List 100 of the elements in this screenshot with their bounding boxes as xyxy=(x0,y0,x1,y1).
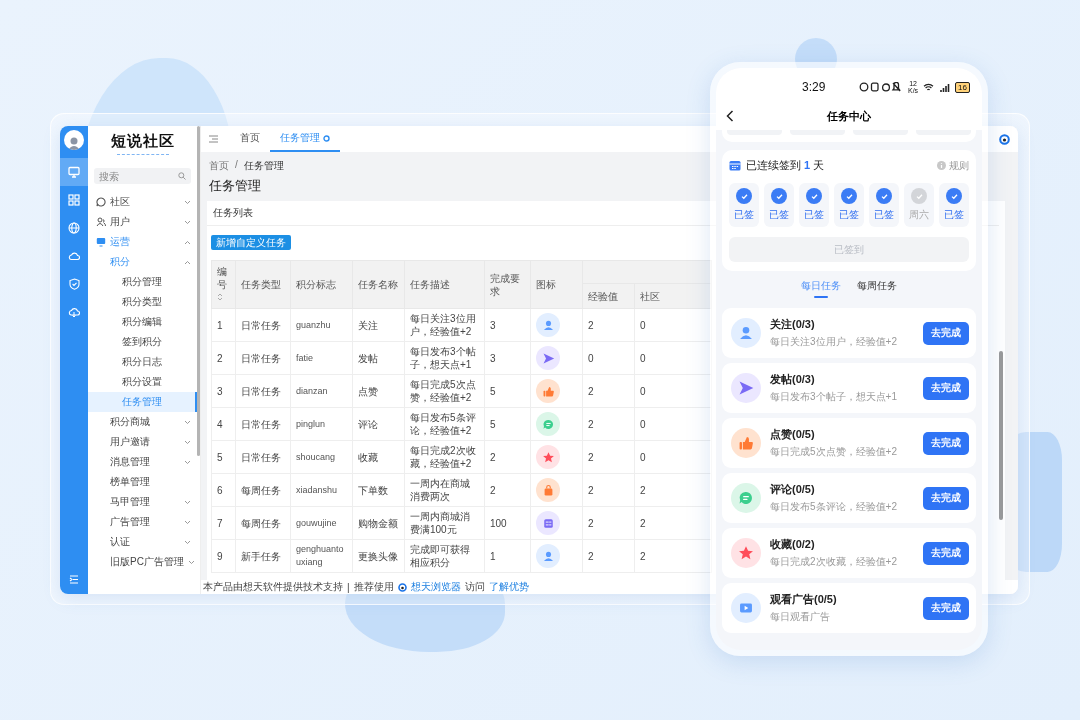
table-cell: 100 xyxy=(484,506,531,540)
column-header[interactable]: 编号 xyxy=(211,260,236,309)
column-header: 完成要求 xyxy=(484,260,531,309)
complete-button[interactable]: 去完成 xyxy=(923,431,969,455)
table-cell: 5 xyxy=(484,407,531,441)
complete-button[interactable]: 去完成 xyxy=(923,596,969,620)
table-cell: 每日发布3个帖子，想天点+1 xyxy=(404,341,485,375)
tab[interactable]: 任务管理 xyxy=(270,126,340,152)
complete-button[interactable]: 去完成 xyxy=(923,376,969,400)
table-cell: 2 xyxy=(634,473,712,507)
task-name: 评论(0/5) xyxy=(770,482,816,497)
task-description: 每日发布3个帖子，想天点+1 xyxy=(770,390,898,404)
complete-button[interactable]: 去完成 xyxy=(923,486,969,510)
menu-item[interactable]: 广告管理 xyxy=(88,512,197,532)
breadcrumb-current: 任务管理 xyxy=(243,159,284,173)
table-cell: 每周任务 xyxy=(235,506,291,540)
menu-item[interactable]: 用户邀请 xyxy=(88,432,197,452)
table-cell: 0 xyxy=(634,440,712,474)
menu-item[interactable]: 积分管理 xyxy=(88,272,197,292)
menu-item[interactable]: 积分 xyxy=(88,252,197,272)
table-cell: 日常任务 xyxy=(235,341,291,375)
table-cell: 0 xyxy=(634,341,712,375)
table-cell: genghuantouxiang xyxy=(290,539,353,573)
table-cell: gouwujine xyxy=(290,506,353,540)
table-cell: 每日完成5次点赞，经验值+2 xyxy=(404,374,485,408)
menu-item[interactable]: 积分设置 xyxy=(88,372,197,392)
table-cell: 新手任务 xyxy=(235,539,291,573)
table-cell: 收藏 xyxy=(352,440,405,474)
tab[interactable]: 每周任务 xyxy=(857,279,897,302)
table-cell: pinglun xyxy=(290,407,353,441)
task-description: 每日关注3位用户，经验值+2 xyxy=(770,335,898,349)
table-cell: 7 xyxy=(211,506,236,540)
task-description: 每日完成2次收藏，经验值+2 xyxy=(770,555,898,569)
day-label: 已签 xyxy=(734,208,754,222)
task-name: 收藏(0/2) xyxy=(770,537,816,552)
table-cell: 3 xyxy=(484,308,531,342)
table-cell: 2 xyxy=(582,506,635,540)
task-name: 观看广告(0/5) xyxy=(770,592,838,607)
task-description: 每日观看广告 xyxy=(770,610,831,624)
browser-link[interactable]: 想天浏览器 xyxy=(410,580,461,594)
table-cell: 发帖 xyxy=(352,341,405,375)
menu-item[interactable]: 马甲管理 xyxy=(88,492,197,512)
menu-item[interactable]: 积分编辑 xyxy=(88,312,197,332)
footer-separator: | xyxy=(347,581,350,593)
table-cell: 2 xyxy=(582,440,635,474)
menu-item[interactable]: 运营 xyxy=(88,232,197,252)
table-cell: 2 xyxy=(582,407,635,441)
tab[interactable]: 首页 xyxy=(230,126,270,152)
menu-item[interactable]: 消息管理 xyxy=(88,452,197,472)
menu-item[interactable]: 积分类型 xyxy=(88,292,197,312)
table-cell: 2 xyxy=(634,506,712,540)
table-cell: guanzhu xyxy=(290,308,353,342)
menu-item[interactable]: 榜单管理 xyxy=(88,472,197,492)
footer-text: 推荐使用 xyxy=(353,580,394,594)
table-cell: 完成即可获得相应积分 xyxy=(404,539,485,573)
table-cell: 3 xyxy=(211,374,236,408)
complete-button[interactable]: 去完成 xyxy=(923,321,969,345)
table-cell: 每日关注3位用户，经验值+2 xyxy=(404,308,485,342)
battery-indicator: 16 xyxy=(955,81,970,93)
streak-text: 已连续签到 1 天 xyxy=(746,158,825,173)
table-cell: 0 xyxy=(634,407,712,441)
column-header: 图标 xyxy=(530,260,583,309)
table-cell: 关注 xyxy=(352,308,405,342)
menu-item[interactable]: 认证 xyxy=(88,532,197,552)
table-cell: 评论 xyxy=(352,407,405,441)
column-header: 任务描述 xyxy=(404,260,485,309)
table-cell: 一周内在商城消费两次 xyxy=(404,473,485,507)
table-cell: 5 xyxy=(484,374,531,408)
table-cell: 购物金额 xyxy=(352,506,405,540)
menu-item[interactable]: 旧版PC广告管理 xyxy=(88,552,197,572)
table-cell: 每日发布5条评论，经验值+2 xyxy=(404,407,485,441)
page-title: 任务管理 xyxy=(209,177,262,195)
menu-item[interactable]: 用户 xyxy=(88,212,197,232)
breadcrumb-separator: / xyxy=(235,159,238,172)
table-cell: 1 xyxy=(211,308,236,342)
table-cell: 0 xyxy=(634,308,712,342)
table-cell: 3 xyxy=(484,341,531,375)
table-cell: 每周任务 xyxy=(235,473,291,507)
day-label: 周六 xyxy=(909,208,929,222)
table-cell: 下单数 xyxy=(352,473,405,507)
table-cell: 2 xyxy=(582,539,635,573)
menu-item[interactable]: 积分日志 xyxy=(88,352,197,372)
table-cell: 日常任务 xyxy=(235,440,291,474)
breadcrumb-link[interactable]: 首页 xyxy=(209,159,229,173)
table-cell: 1 xyxy=(484,539,531,573)
status-time: 3:29 xyxy=(802,80,826,94)
menu-item[interactable]: 签到积分 xyxy=(88,332,197,352)
advantage-link[interactable]: 了解优势 xyxy=(488,580,529,594)
menu-item[interactable]: 社区 xyxy=(88,192,197,212)
task-description: 每日完成5次点赞，经验值+2 xyxy=(770,445,898,459)
table-cell: shoucang xyxy=(290,440,353,474)
table-cell: 更换头像 xyxy=(352,539,405,573)
table-cell: 2 xyxy=(211,341,236,375)
complete-button[interactable]: 去完成 xyxy=(923,541,969,565)
table-cell: 一周内商城消费满100元 xyxy=(404,506,485,540)
task-name: 发帖(0/3) xyxy=(770,372,816,387)
search-field[interactable]: 搜索 xyxy=(94,168,191,184)
menu-item[interactable]: 积分商城 xyxy=(88,412,197,432)
task-name: 点赞(0/5) xyxy=(770,427,816,442)
logo: 短说社区 xyxy=(109,131,176,151)
